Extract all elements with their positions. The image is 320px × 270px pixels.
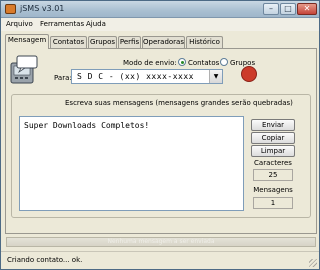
- radio-contatos[interactable]: [178, 58, 186, 66]
- window-title: jSMS v3.01: [20, 4, 65, 13]
- progress-bar: Nenhuma mensagem a ser enviada: [6, 237, 316, 247]
- maximize-button[interactable]: □: [280, 3, 296, 15]
- tab-operadoras[interactable]: Operadoras: [142, 36, 185, 48]
- minimize-button[interactable]: –: [263, 3, 279, 15]
- msgs-label: Mensagens: [253, 186, 293, 194]
- resize-grip[interactable]: [309, 259, 317, 267]
- close-button[interactable]: ✕: [297, 3, 317, 15]
- tab-contatos[interactable]: Contatos: [50, 36, 87, 48]
- search-icon[interactable]: [241, 66, 257, 82]
- tab-grupos[interactable]: Grupos: [88, 36, 117, 48]
- chars-label: Caracteres: [254, 159, 292, 167]
- recipient-select[interactable]: S D C - (xx) xxxx-xxxx ▼: [71, 69, 223, 84]
- chars-count: 25: [253, 169, 293, 181]
- title-bar[interactable]: jSMS v3.01 – □ ✕: [1, 1, 319, 18]
- tab-mensagem[interactable]: Mensagem: [5, 34, 49, 49]
- progress-text: Nenhuma mensagem a ser enviada: [107, 238, 215, 245]
- menu-ferramentas[interactable]: Ferramentas: [40, 20, 84, 28]
- message-text: Super Downloads Completos!: [24, 121, 150, 130]
- radio-grupos[interactable]: [220, 58, 228, 66]
- main-window: jSMS v3.01 – □ ✕ Arquivo Ferramentas Aju…: [0, 0, 320, 270]
- copy-button[interactable]: Copiar: [251, 132, 295, 144]
- message-textarea[interactable]: Super Downloads Completos!: [19, 116, 244, 211]
- tab-bar: Mensagem Contatos Grupos Perfis Operador…: [5, 34, 317, 49]
- recipient-label: Para:: [54, 74, 72, 82]
- radio-contatos-label[interactable]: Contatos: [188, 59, 219, 67]
- send-mode-label: Modo de envio:: [123, 59, 177, 67]
- status-text: Criando contato... ok.: [7, 256, 83, 264]
- chevron-down-icon[interactable]: ▼: [209, 70, 222, 83]
- tab-perfis[interactable]: Perfis: [118, 36, 141, 48]
- msgs-count: 1: [253, 197, 293, 209]
- send-button[interactable]: Enviar: [251, 119, 295, 131]
- message-instruction: Escreva suas mensagens (mensagens grande…: [65, 99, 293, 107]
- status-bar: Criando contato... ok.: [1, 251, 319, 269]
- menu-arquivo[interactable]: Arquivo: [6, 20, 33, 28]
- recipient-value: S D C - (xx) xxxx-xxxx: [77, 72, 194, 81]
- clear-button[interactable]: Limpar: [251, 145, 295, 157]
- menu-ajuda[interactable]: Ajuda: [86, 20, 106, 28]
- app-icon: [5, 4, 16, 14]
- menu-bar: Arquivo Ferramentas Ajuda: [1, 18, 319, 31]
- tab-historico[interactable]: Histórico: [186, 36, 223, 48]
- phone-sms-icon: [10, 55, 38, 84]
